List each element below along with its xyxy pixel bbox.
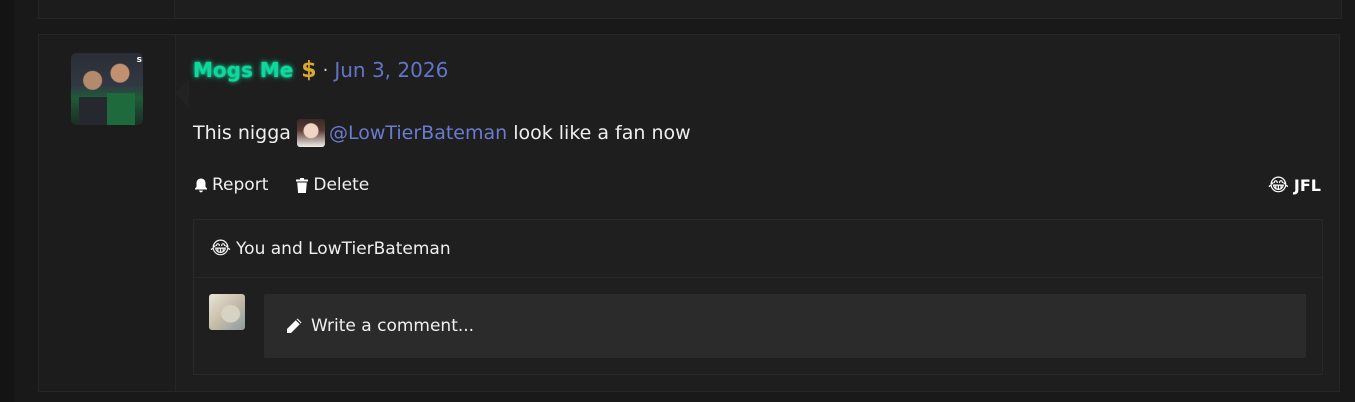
bell-icon	[195, 178, 207, 192]
reactions-and-comments-box: 😂 You and LowTierBateman Write a comment…	[193, 219, 1323, 375]
post-meta: Mogs Me $ · Jun 3, 2026	[193, 55, 448, 85]
pencil-icon	[287, 318, 302, 333]
left-strip	[0, 0, 14, 402]
post-pointer-arrow	[175, 79, 189, 107]
avatar-figure-left	[79, 97, 107, 125]
report-label: Report	[212, 175, 269, 195]
avatar-figure-right	[107, 93, 135, 125]
avatar-corner-mark: s	[136, 55, 142, 65]
message-suffix: look like a fan now	[513, 122, 691, 144]
previous-post	[38, 0, 1342, 19]
user-mention-link[interactable]: @LowTierBateman	[329, 122, 507, 144]
post: s Mogs Me $ · Jun 3, 2026 This nigga @Lo…	[38, 34, 1340, 392]
mention-avatar	[296, 119, 325, 147]
reaction-label: JFL	[1293, 176, 1321, 195]
delete-button[interactable]: Delete	[294, 175, 369, 195]
post-user-column: s	[39, 35, 176, 391]
meta-separator: ·	[322, 59, 329, 81]
author-username[interactable]: Mogs Me	[193, 58, 293, 82]
post-actions: Report Delete	[193, 175, 395, 195]
reaction-summary[interactable]: 😂 JFL	[1268, 175, 1321, 196]
comment-row: Write a comment...	[194, 278, 1322, 375]
dollar-sign-icon: $	[301, 57, 317, 83]
write-comment-input[interactable]: Write a comment...	[264, 294, 1306, 358]
current-user-avatar	[209, 294, 245, 330]
laughing-tears-emoji-icon: 😂	[210, 238, 232, 259]
post-message: This nigga @LowTierBateman look like a f…	[193, 119, 691, 147]
report-button[interactable]: Report	[193, 175, 268, 195]
comment-placeholder: Write a comment...	[311, 316, 475, 336]
delete-label: Delete	[313, 175, 370, 195]
trash-icon	[296, 177, 309, 193]
author-avatar[interactable]: s	[71, 53, 143, 125]
laughing-tears-emoji-icon: 😂	[1267, 175, 1289, 196]
post-date[interactable]: Jun 3, 2026	[334, 58, 448, 82]
message-prefix: This nigga	[193, 122, 291, 144]
reacted-by-row[interactable]: 😂 You and LowTierBateman	[194, 220, 1322, 278]
previous-post-user-column	[39, 0, 175, 18]
reacted-by-text: You and LowTierBateman	[236, 238, 451, 259]
